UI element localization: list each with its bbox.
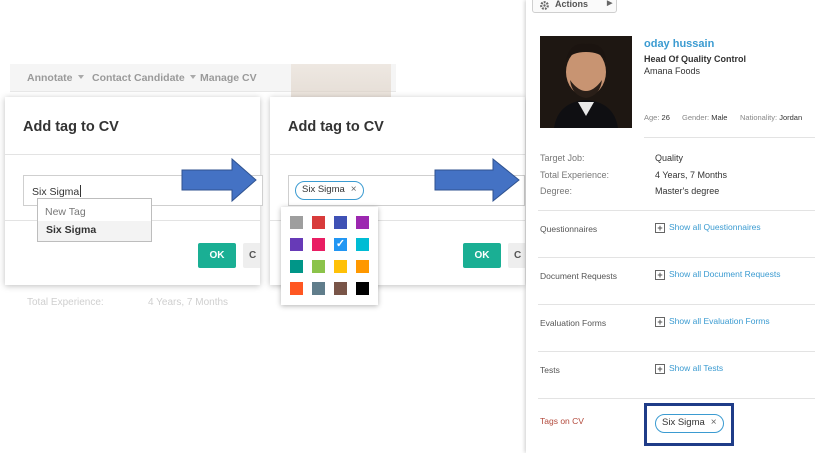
gender-meta: Gender: Male <box>682 113 728 122</box>
background-avatar <box>291 64 391 97</box>
candidate-profile-panel: Actions ▶ oday hussain Head Of Quality C… <box>526 0 815 453</box>
ok-button[interactable]: OK <box>198 243 236 268</box>
arrow-right-icon <box>434 157 520 203</box>
degree-label: Degree: <box>540 186 573 196</box>
contact-candidate-menu[interactable]: Contact Candidate <box>92 72 196 84</box>
dialog-title: Add tag to CV <box>23 119 119 135</box>
candidate-company: Amana Foods <box>644 66 701 76</box>
show-all-evaluation-forms-link[interactable]: + Show all Evaluation Forms <box>655 316 770 327</box>
color-swatch[interactable] <box>356 238 369 251</box>
tag-chip[interactable]: Six Sigma × <box>295 181 364 200</box>
color-swatch[interactable] <box>290 260 303 273</box>
color-swatch[interactable] <box>290 238 303 251</box>
arrow-right-icon <box>181 157 257 203</box>
text-cursor <box>80 185 82 197</box>
total-experience-value: 4 Years, 7 Months <box>655 170 728 180</box>
degree-value: Master's degree <box>655 186 720 196</box>
show-all-document-requests-link[interactable]: + Show all Document Requests <box>655 269 781 280</box>
divider <box>538 351 815 352</box>
actions-label: Actions <box>555 0 589 9</box>
nationality-meta: Nationality: Jordan <box>740 113 803 122</box>
color-swatch[interactable] <box>356 260 369 273</box>
color-swatch[interactable] <box>312 238 325 251</box>
document-requests-label: Document Requests <box>540 271 618 281</box>
dialog-title: Add tag to CV <box>288 119 384 135</box>
divider <box>644 137 815 138</box>
caret-right-icon: ▶ <box>607 0 613 7</box>
divider <box>538 257 815 258</box>
ok-button[interactable]: OK <box>463 243 501 268</box>
gear-icon <box>540 1 549 10</box>
color-swatch[interactable] <box>290 216 303 229</box>
show-all-tests-link[interactable]: + Show all Tests <box>655 363 723 374</box>
cv-tag-chip[interactable]: Six Sigma × <box>655 414 724 433</box>
color-swatch[interactable] <box>312 216 325 229</box>
show-all-questionnaires-link[interactable]: + Show all Questionnaires <box>655 222 761 233</box>
evaluation-forms-label: Evaluation Forms <box>540 318 607 328</box>
annotate-menu[interactable]: Annotate <box>27 72 84 84</box>
color-swatch[interactable] <box>334 260 347 273</box>
plus-icon: + <box>655 364 665 374</box>
color-swatch[interactable] <box>290 282 303 295</box>
color-swatch[interactable] <box>312 260 325 273</box>
divider <box>538 304 815 305</box>
color-swatch[interactable] <box>334 216 347 229</box>
manage-cv-menu[interactable]: Manage CV <box>200 72 257 84</box>
cv-tag-label: Six Sigma <box>662 417 705 428</box>
actions-button[interactable]: Actions ▶ <box>532 0 617 13</box>
close-icon[interactable]: × <box>351 184 357 195</box>
checkmark-icon: ✓ <box>335 238 346 250</box>
divider <box>5 154 260 155</box>
chevron-down-icon <box>189 75 196 79</box>
divider <box>270 154 525 155</box>
tag-input-value: Six Sigma <box>32 186 80 198</box>
highlight-box: Six Sigma × <box>644 403 734 446</box>
tag-suggestion-dropdown: New Tag Six Sigma <box>37 198 152 242</box>
chevron-down-icon <box>77 75 84 79</box>
color-swatch[interactable] <box>356 216 369 229</box>
candidate-job-title: Head Of Quality Control <box>644 54 747 64</box>
target-job-label: Target Job: <box>540 153 585 163</box>
color-swatch[interactable]: ✓ <box>334 238 347 251</box>
cancel-button[interactable]: C <box>508 243 525 268</box>
candidate-photo <box>540 36 632 128</box>
new-tag-header: New Tag <box>45 206 86 218</box>
background-experience-value: 4 Years, 7 Months <box>148 297 229 308</box>
age-meta: Age: 26 <box>644 113 670 122</box>
candidate-name[interactable]: oday hussain <box>644 38 714 50</box>
total-experience-label: Total Experience: <box>540 170 610 180</box>
divider <box>538 398 815 399</box>
color-swatch[interactable] <box>312 282 325 295</box>
tag-suggestion-option[interactable]: Six Sigma <box>38 221 151 241</box>
background-experience-label: Total Experience: <box>27 297 104 308</box>
close-icon[interactable]: × <box>711 417 717 428</box>
tag-color-palette: ✓ <box>281 207 378 305</box>
color-swatch[interactable] <box>356 282 369 295</box>
plus-icon: + <box>655 317 665 327</box>
target-job-value: Quality <box>655 153 684 163</box>
tag-chip-label: Six Sigma <box>302 184 345 195</box>
tags-on-cv-label: Tags on CV <box>540 416 584 426</box>
plus-icon: + <box>655 223 665 233</box>
divider <box>538 210 815 211</box>
color-swatch[interactable] <box>334 282 347 295</box>
tests-label: Tests <box>540 365 560 375</box>
questionnaires-label: Questionnaires <box>540 224 598 234</box>
cancel-button[interactable]: C <box>243 243 260 268</box>
plus-icon: + <box>655 270 665 280</box>
